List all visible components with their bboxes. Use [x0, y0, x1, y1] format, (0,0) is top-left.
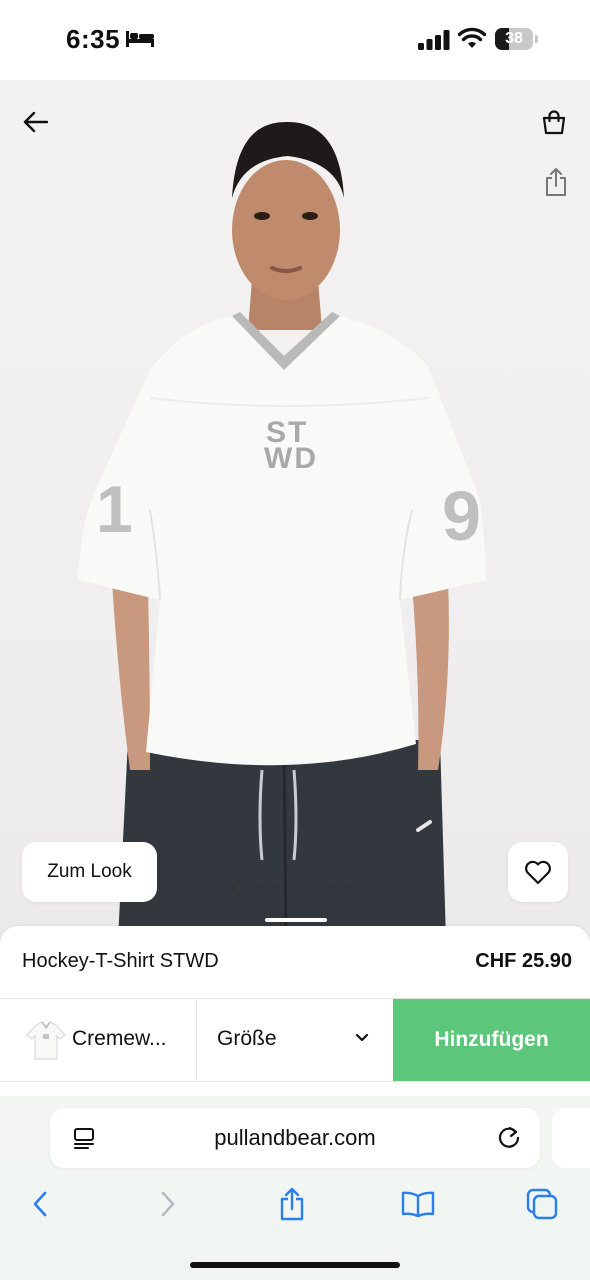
- shirt-logo-line2: WD: [264, 442, 318, 475]
- share-button[interactable]: [536, 162, 576, 202]
- bed-icon: [126, 31, 154, 47]
- carousel-dot[interactable]: [327, 884, 335, 893]
- chevron-left-icon: [33, 1191, 47, 1217]
- sheet-grab-handle[interactable]: [265, 918, 327, 922]
- book-icon: [401, 1191, 435, 1218]
- carousel-indicator: [232, 882, 353, 895]
- product-image-carousel[interactable]: 1 9 ST WD Zum Look: [0, 80, 590, 940]
- tabs-icon: [526, 1188, 558, 1220]
- carousel-dot[interactable]: [273, 884, 281, 893]
- browser-back-button[interactable]: [18, 1184, 62, 1224]
- product-sheet: Hockey-T-Shirt STWD CHF 25.90 Cremew... …: [0, 926, 590, 1096]
- shopping-bag-button[interactable]: [534, 102, 574, 142]
- sleeve-number-right: 9: [442, 477, 481, 555]
- size-label: Größe: [217, 1027, 277, 1050]
- favorite-button[interactable]: [508, 842, 568, 902]
- product-name: Hockey-T-Shirt STWD: [22, 950, 219, 972]
- tabs-button[interactable]: [520, 1184, 564, 1224]
- chevron-right-icon: [161, 1191, 175, 1217]
- product-price: CHF 25.90: [475, 950, 572, 972]
- carousel-dot[interactable]: [291, 884, 299, 893]
- address-bar[interactable]: pullandbear.com: [50, 1108, 540, 1168]
- share-icon: [546, 168, 566, 196]
- color-selector[interactable]: Cremew...: [0, 999, 197, 1081]
- battery-level: 38: [505, 30, 523, 47]
- add-to-cart-button[interactable]: Hinzufügen: [393, 999, 590, 1081]
- cellular-signal-icon: [418, 30, 450, 50]
- carousel-dot[interactable]: [309, 884, 317, 893]
- zum-look-button[interactable]: Zum Look: [22, 842, 157, 902]
- color-label: Cremew...: [72, 1027, 167, 1050]
- heart-icon: [525, 860, 551, 885]
- carousel-dot[interactable]: [345, 884, 353, 893]
- shopping-bag-icon: [542, 110, 566, 135]
- sleeve-number-left: 1: [96, 472, 133, 546]
- bookmarks-button[interactable]: [396, 1184, 440, 1224]
- product-photo: 1 9 ST WD: [78, 121, 486, 940]
- size-selector[interactable]: Größe: [197, 999, 393, 1081]
- back-button[interactable]: [16, 102, 56, 142]
- carousel-dot[interactable]: [255, 884, 263, 893]
- arrow-left-icon: [23, 111, 49, 133]
- reload-icon[interactable]: [496, 1124, 522, 1150]
- browser-toolbar: pullandbear.com: [0, 1096, 590, 1280]
- status-time: 6:35: [66, 24, 121, 54]
- chevron-down-icon: [355, 1033, 369, 1042]
- product-action-row: Cremew... Größe Hinzufügen: [0, 998, 590, 1082]
- carousel-dot[interactable]: [232, 882, 245, 895]
- status-bar: 6:35 38: [0, 0, 590, 80]
- browser-nav-row: [0, 1184, 590, 1224]
- color-thumbnail: [26, 1021, 66, 1060]
- browser-forward-button[interactable]: [146, 1184, 190, 1224]
- wifi-icon: [458, 27, 486, 48]
- browser-share-button[interactable]: [270, 1184, 314, 1224]
- home-indicator: [190, 1262, 400, 1268]
- next-tab-preview[interactable]: [552, 1108, 590, 1168]
- share-icon: [280, 1187, 304, 1221]
- battery-indicator: 38: [495, 28, 538, 50]
- url-text[interactable]: pullandbear.com: [50, 1125, 540, 1151]
